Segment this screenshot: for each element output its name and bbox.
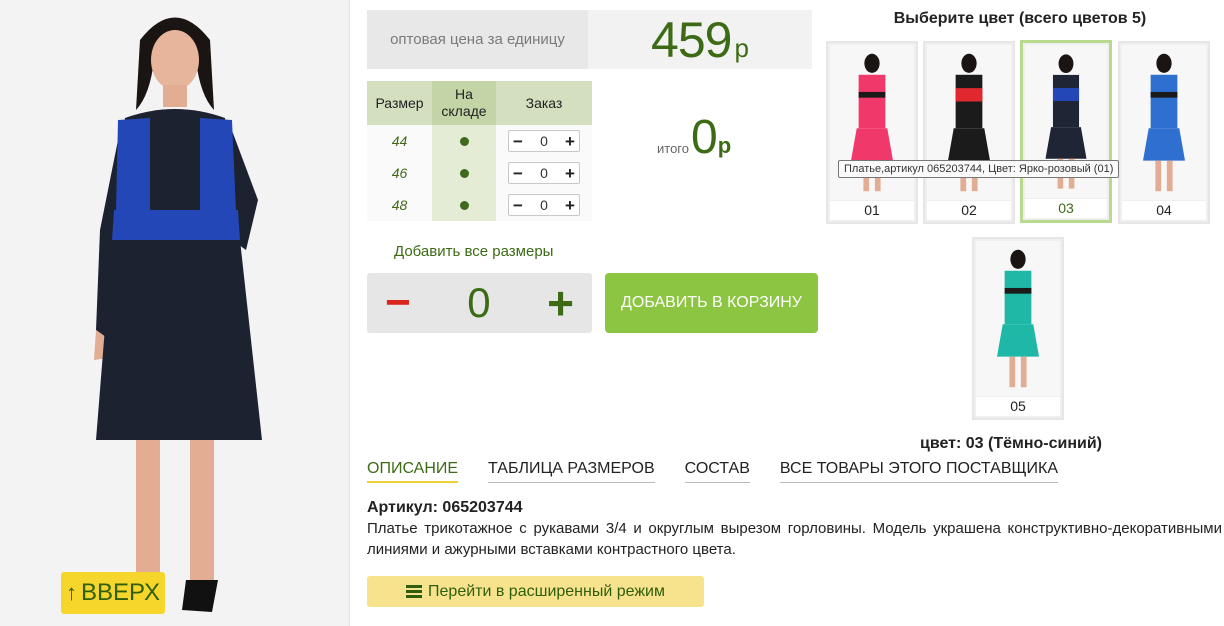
bulk-quantity-stepper: − 0 + — [367, 273, 592, 333]
quantity-stepper: − 0 + — [508, 162, 580, 184]
add-all-sizes-link[interactable]: Добавить все размеры — [394, 243, 553, 260]
in-stock-dot-icon — [459, 201, 469, 210]
order-cell: − 0 + — [496, 125, 592, 157]
stock-cell — [432, 125, 496, 157]
product-tabs: ОПИСАНИЕ ТАБЛИЦА РАЗМЕРОВ СОСТАВ ВСЕ ТОВ… — [367, 460, 1058, 483]
price-label: оптовая цена за единицу — [367, 10, 588, 69]
scroll-up-label: ВВЕРХ — [81, 579, 160, 606]
quantity-value[interactable]: 0 — [540, 165, 548, 181]
stock-cell — [432, 189, 496, 221]
stock-cell — [432, 157, 496, 189]
swatch-thumbnail — [1122, 45, 1206, 200]
total-value: 0 — [691, 111, 718, 164]
quantity-stepper: − 0 + — [508, 130, 580, 152]
in-stock-dot-icon — [459, 137, 469, 146]
tab-description[interactable]: ОПИСАНИЕ — [367, 460, 459, 483]
table-row: 48 − 0 + — [367, 189, 592, 221]
header-stock: На складе — [432, 81, 496, 125]
price-currency: р — [734, 33, 749, 63]
order-cell: − 0 + — [496, 157, 592, 189]
color-swatch-04[interactable]: 04 — [1118, 41, 1210, 224]
dress-thumbnail-04 — [1143, 53, 1185, 192]
quantity-stepper: − 0 + — [508, 194, 580, 216]
swatch-label: 03 — [1025, 199, 1107, 218]
size-order-table: Размер На складе Заказ 44 − 0 + 46 − 0 +… — [367, 81, 592, 221]
tab-composition[interactable]: СОСТАВ — [684, 460, 750, 483]
product-description: Платье трикотажное с рукавами 3/4 и окру… — [367, 520, 1222, 558]
table-row: 46 − 0 + — [367, 157, 592, 189]
size-cell: 44 — [367, 125, 432, 157]
increment-button[interactable]: + — [565, 165, 575, 182]
header-order: Заказ — [496, 81, 592, 125]
add-to-cart-button[interactable]: ДОБАВИТЬ В КОРЗИНУ — [605, 273, 818, 333]
wholesale-price-box: оптовая цена за единицу 459 р — [367, 10, 812, 69]
color-swatch-03-selected[interactable]: 03 — [1020, 40, 1112, 223]
decrement-button[interactable]: − — [513, 133, 523, 150]
increment-button[interactable]: + — [565, 197, 575, 214]
product-page: ↑ ВВЕРХ оптовая цена за единицу 459 р Ра… — [0, 0, 1224, 626]
swatch-label: 04 — [1122, 201, 1206, 220]
bulk-increment-button[interactable]: + — [547, 280, 574, 326]
swatch-tooltip: Платье,артикул 065203744, Цвет: Ярко-роз… — [838, 160, 1120, 178]
decrement-button[interactable]: − — [513, 165, 523, 182]
order-cell: − 0 + — [496, 189, 592, 221]
tab-supplier-products[interactable]: ВСЕ ТОВАРЫ ЭТОГО ПОСТАВЩИКА — [779, 460, 1058, 483]
color-swatch-02[interactable]: 02 — [923, 41, 1015, 224]
total-currency: р — [717, 133, 732, 158]
swatch-label: 01 — [830, 201, 914, 220]
arrow-up-icon: ↑ — [66, 580, 78, 605]
bulk-decrement-button[interactable]: − — [385, 281, 411, 325]
quantity-value[interactable]: 0 — [540, 197, 548, 213]
color-swatch-01[interactable]: 01 — [826, 41, 918, 224]
list-icon — [406, 584, 423, 599]
scroll-up-button[interactable]: ↑ ВВЕРХ — [61, 572, 165, 614]
color-swatch-05[interactable]: 05 — [972, 237, 1064, 420]
main-product-photo[interactable]: ↑ ВВЕРХ — [0, 0, 350, 626]
size-cell: 46 — [367, 157, 432, 189]
in-stock-dot-icon — [459, 169, 469, 178]
quantity-value[interactable]: 0 — [540, 133, 548, 149]
swatch-label: 05 — [976, 397, 1060, 416]
price-value-box: 459 р — [588, 10, 812, 69]
swatch-thumbnail — [976, 241, 1060, 396]
size-table-header-row: Размер На складе Заказ — [367, 81, 592, 125]
price-value: 459 — [651, 11, 732, 68]
tab-size-chart[interactable]: ТАБЛИЦА РАЗМЕРОВ — [488, 460, 655, 483]
header-size: Размер — [367, 81, 432, 125]
extended-mode-button[interactable]: Перейти в расширенный режим — [367, 576, 704, 607]
swatch-label: 02 — [927, 201, 1011, 220]
size-cell: 48 — [367, 189, 432, 221]
increment-button[interactable]: + — [565, 133, 575, 150]
selected-color-caption: цвет: 03 (Тёмно-синий) — [920, 435, 1102, 452]
extended-mode-label: Перейти в расширенный режим — [428, 582, 665, 600]
color-picker-title: Выберите цвет (всего цветов 5) — [893, 10, 1147, 27]
table-row: 44 − 0 + — [367, 125, 592, 157]
article-number: Артикул: 065203744 — [367, 499, 523, 516]
total-label: итого — [657, 141, 689, 156]
dress-model-illustration — [0, 0, 349, 626]
order-total: итого 0 р — [657, 110, 731, 165]
decrement-button[interactable]: − — [513, 197, 523, 214]
bulk-quantity-value[interactable]: 0 — [467, 279, 490, 327]
dress-thumbnail-05 — [997, 249, 1039, 388]
